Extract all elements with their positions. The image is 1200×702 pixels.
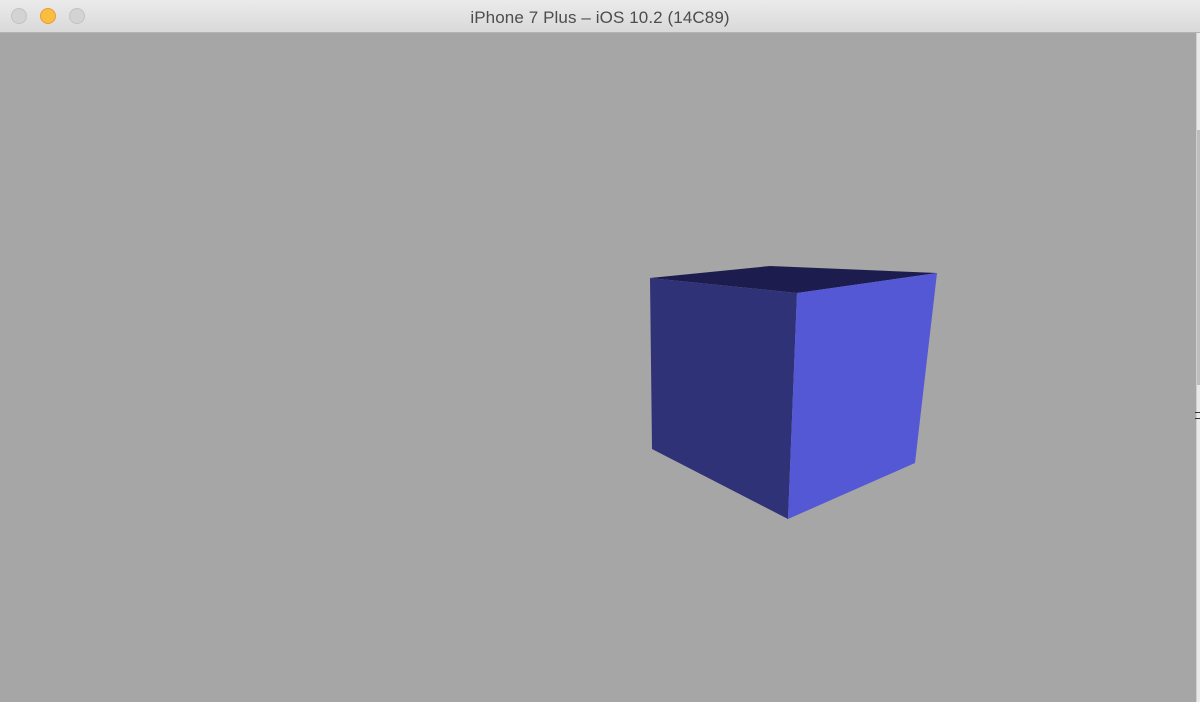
- cube-left-face: [650, 278, 797, 519]
- resize-handle[interactable]: [1195, 412, 1200, 419]
- scene-view: [650, 266, 937, 519]
- simulator-window: iPhone 7 Plus – iOS 10.2 (14C89): [0, 0, 1200, 702]
- title-bar[interactable]: iPhone 7 Plus – iOS 10.2 (14C89): [0, 0, 1200, 33]
- simulator-screen[interactable]: [0, 33, 1196, 702]
- window-title: iPhone 7 Plus – iOS 10.2 (14C89): [470, 8, 730, 27]
- cube-right-face: [788, 273, 937, 519]
